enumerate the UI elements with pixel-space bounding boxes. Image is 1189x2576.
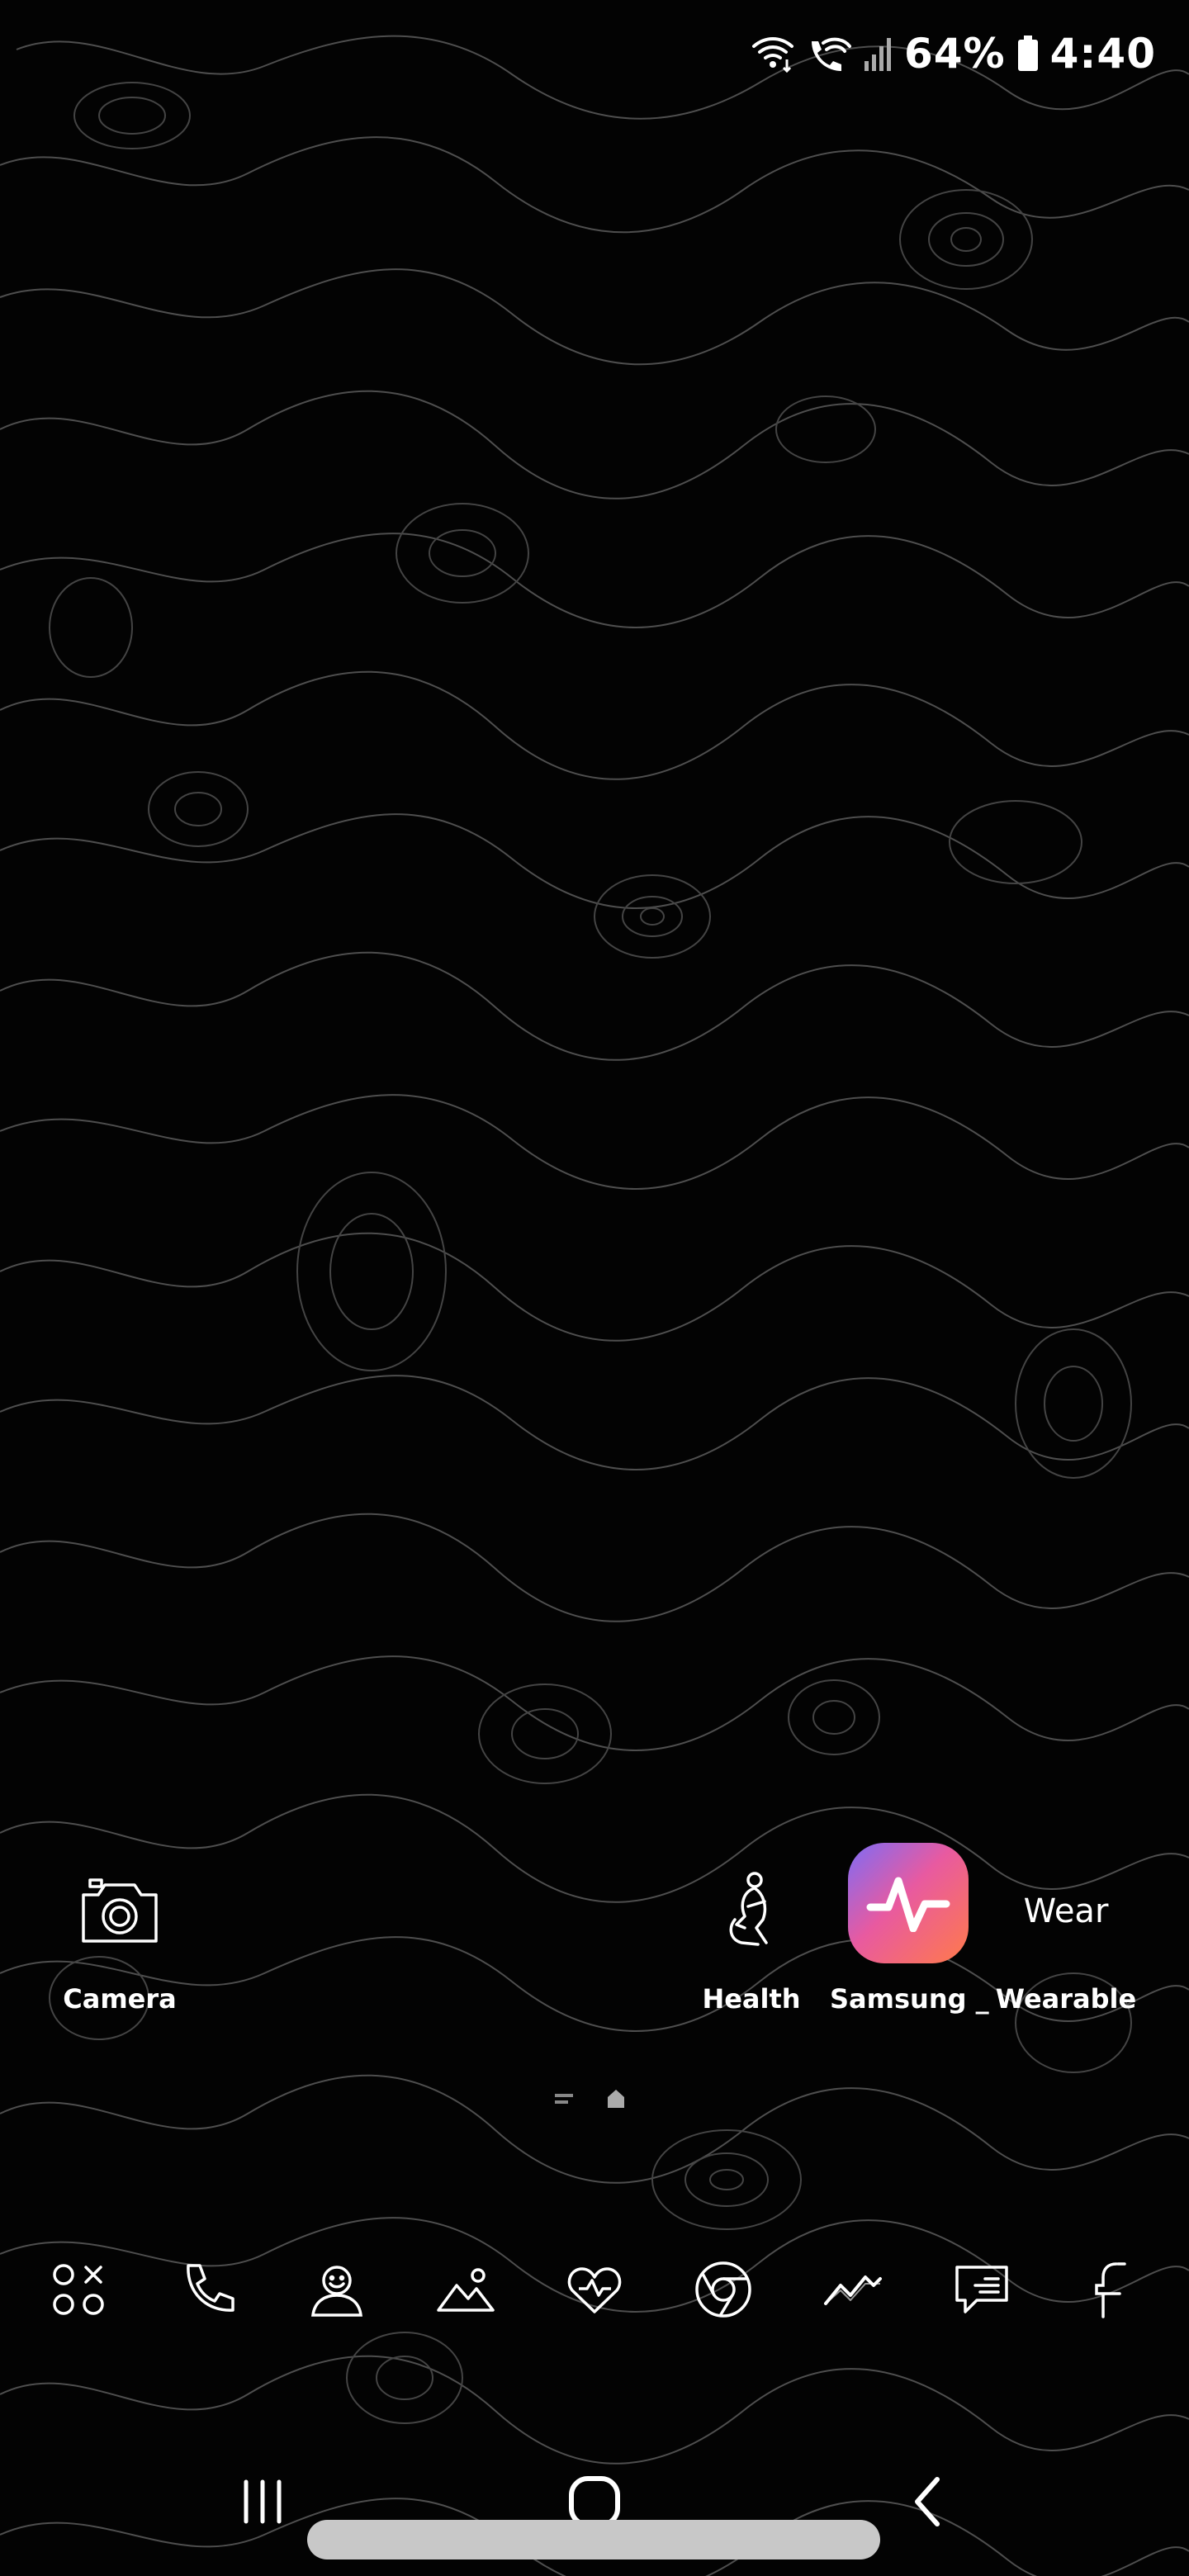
topographic-wallpaper [0,35,1189,2576]
health-heart-icon [567,2267,622,2313]
back-button[interactable] [879,2460,978,2543]
wearable-icon-text: Wear [1023,1892,1109,1930]
back-icon [915,2477,940,2526]
navigation-bar [0,2460,1189,2559]
dock-activity[interactable] [816,2252,890,2327]
app-camera[interactable]: Camera [41,1849,198,2015]
app-wearable[interactable]: Wear Wearable [988,1849,1144,2015]
app-health[interactable]: Health [673,1849,830,2015]
dock-contacts[interactable] [300,2252,374,2327]
app-label-samsung-health: Samsung _ [830,1983,989,2015]
home-screen: 64% 4:40 Camera Health Samsung _ Wear We… [0,0,1189,2576]
signal-icon [864,38,891,71]
app-samsung-health[interactable]: Samsung _ [830,1833,989,2015]
app-label-camera: Camera [63,1983,177,2015]
facebook-icon [1095,2262,1126,2318]
status-bar: 64% 4:40 [751,25,1156,83]
camera-icon [58,1849,182,1973]
dock-health-heart[interactable] [557,2252,632,2327]
dock-chrome[interactable] [686,2252,760,2327]
app-label-wearable: Wearable [995,1983,1137,2015]
recents-icon [244,2479,282,2524]
dock-phone[interactable] [170,2252,244,2327]
page-indicator-list-icon[interactable] [553,2091,575,2107]
phone-icon [187,2264,234,2312]
activity-icon [823,2275,882,2305]
gallery-icon [437,2268,495,2312]
dock-apps[interactable] [41,2252,116,2327]
battery-icon [1017,36,1038,71]
wearable-icon: Wear [1004,1849,1128,1973]
recents-button[interactable] [213,2460,312,2543]
chrome-icon [695,2261,751,2318]
dock-facebook[interactable] [1073,2252,1148,2327]
contacts-icon [310,2266,362,2317]
battery-percent: 64% [903,30,1006,78]
messages-icon [955,2266,1008,2313]
clock: 4:40 [1049,30,1156,78]
page-indicator[interactable] [553,2087,628,2110]
wifi-icon [751,37,793,73]
gesture-handle[interactable] [307,2520,880,2559]
wifi-calling-icon [811,37,851,71]
page-indicator-home-icon[interactable] [604,2087,628,2110]
dock-messages[interactable] [945,2252,1019,2327]
health-icon [689,1849,813,1973]
dock-gallery[interactable] [429,2252,503,2327]
dock [41,2252,1148,2327]
app-label-health: Health [702,1983,801,2015]
apps-icon [53,2264,104,2315]
samsung-health-icon [846,1833,970,1973]
